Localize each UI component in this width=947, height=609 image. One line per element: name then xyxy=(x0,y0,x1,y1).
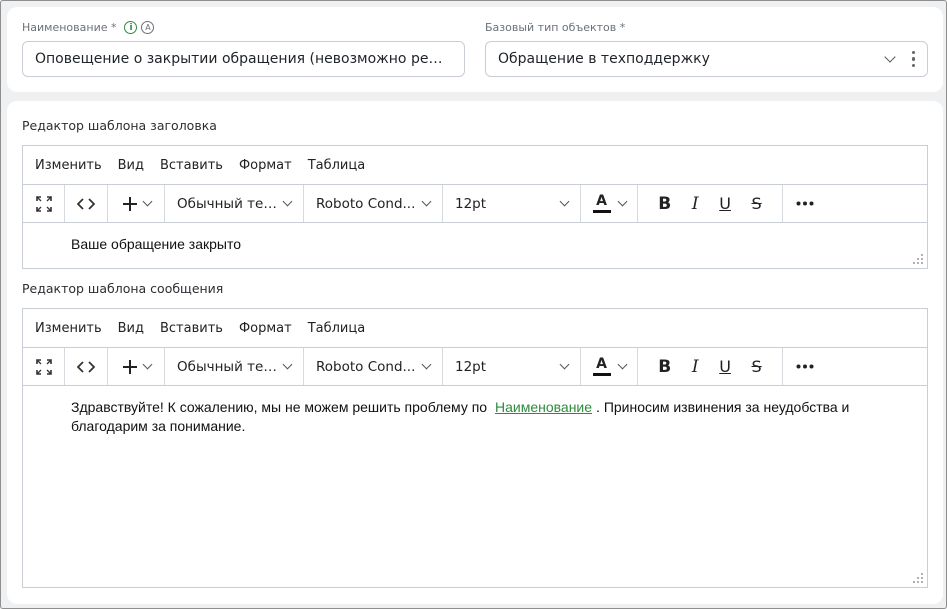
chevron-down-icon xyxy=(421,196,432,207)
font-size-value: 12pt xyxy=(455,195,487,212)
text-color-icon: A xyxy=(592,193,611,213)
base-type-value: Обращение в техподдержку xyxy=(498,51,710,67)
chevron-down-icon xyxy=(142,359,152,370)
message-template-label: Редактор шаблона сообщения xyxy=(22,281,224,296)
block-format-value: Обычный тек... xyxy=(177,358,284,375)
italic-button[interactable]: I xyxy=(692,194,699,214)
base-type-select[interactable]: Обращение в техподдержку xyxy=(485,41,928,77)
menu-view[interactable]: Вид xyxy=(118,321,144,336)
properties-card: Наименование * i A Оповещение о закрытии… xyxy=(7,7,943,92)
message-template-editor: Изменить Вид Вставить Формат Таблица Обы… xyxy=(22,308,928,588)
font-size-select[interactable]: 12pt xyxy=(443,348,581,385)
menu-view[interactable]: Вид xyxy=(118,158,144,173)
message-text-before: Здравствуйте! К сожалению, мы не можем р… xyxy=(71,399,488,415)
code-icon xyxy=(77,197,95,210)
bold-button[interactable]: B xyxy=(658,194,671,214)
insert-button[interactable] xyxy=(108,185,165,222)
chevron-down-icon xyxy=(282,359,293,370)
editor-menubar: Изменить Вид Вставить Формат Таблица xyxy=(23,309,927,347)
insert-button[interactable] xyxy=(108,348,165,385)
italic-button[interactable]: I xyxy=(692,357,699,377)
name-label-text: Наименование * xyxy=(22,21,117,34)
menu-edit[interactable]: Изменить xyxy=(35,321,102,336)
source-code-button[interactable] xyxy=(65,185,108,222)
code-icon xyxy=(77,360,95,373)
fullscreen-button[interactable] xyxy=(23,185,65,222)
chevron-down-icon xyxy=(617,196,627,207)
fullscreen-icon xyxy=(35,358,52,375)
chevron-down-icon[interactable] xyxy=(883,51,896,63)
font-family-select[interactable]: Roboto Cond... xyxy=(304,348,443,385)
header-template-editor: Изменить Вид Вставить Формат Таблица Обы… xyxy=(22,145,928,269)
menu-edit[interactable]: Изменить xyxy=(35,158,102,173)
menu-table[interactable]: Таблица xyxy=(308,158,366,173)
chevron-down-icon xyxy=(617,359,627,370)
fullscreen-button[interactable] xyxy=(23,348,65,385)
name-input-value: Оповещение о закрытии обращения (невозмо… xyxy=(35,51,452,67)
name-field-label: Наименование * i A xyxy=(22,21,155,34)
auto-icon[interactable]: A xyxy=(141,21,155,34)
resize-handle-icon[interactable] xyxy=(912,253,924,265)
font-size-value: 12pt xyxy=(455,358,487,375)
text-color-button[interactable]: A xyxy=(581,185,638,222)
chevron-down-icon xyxy=(142,196,152,207)
font-size-select[interactable]: 12pt xyxy=(443,185,581,222)
window: Наименование * i A Оповещение о закрытии… xyxy=(0,0,947,609)
more-icon xyxy=(796,201,814,206)
templates-card: Редактор шаблона заголовка Изменить Вид … xyxy=(7,101,943,604)
menu-format[interactable]: Формат xyxy=(239,158,292,173)
editor-content[interactable]: Ваше обращение закрыто xyxy=(23,223,927,266)
header-template-label: Редактор шаблона заголовка xyxy=(22,118,217,133)
more-button[interactable] xyxy=(783,185,827,222)
block-format-select[interactable]: Обычный тек... xyxy=(165,185,304,222)
text-color-glyph: A xyxy=(596,193,607,209)
format-group: B I U S xyxy=(638,185,783,222)
plus-icon xyxy=(122,196,137,211)
info-icon[interactable]: i xyxy=(124,21,138,34)
name-input[interactable]: Оповещение о закрытии обращения (невозмо… xyxy=(22,41,465,77)
strikethrough-button[interactable]: S xyxy=(752,357,762,376)
header-template-text: Ваше обращение закрыто xyxy=(71,236,242,252)
more-vertical-icon[interactable] xyxy=(911,50,915,68)
more-icon xyxy=(796,364,814,369)
underline-button[interactable]: U xyxy=(719,357,731,376)
source-code-button[interactable] xyxy=(65,348,108,385)
bold-button[interactable]: B xyxy=(658,357,671,377)
text-color-icon: A xyxy=(592,356,611,376)
menu-insert[interactable]: Вставить xyxy=(160,321,223,336)
menu-format[interactable]: Формат xyxy=(239,321,292,336)
chevron-down-icon xyxy=(421,359,432,370)
font-family-value: Roboto Cond... xyxy=(316,358,416,375)
block-format-value: Обычный тек... xyxy=(177,195,284,212)
editor-content[interactable]: Здравствуйте! К сожалению, мы не можем р… xyxy=(23,386,927,448)
font-family-value: Roboto Cond... xyxy=(316,195,416,212)
font-family-select[interactable]: Roboto Cond... xyxy=(304,185,443,222)
plus-icon xyxy=(122,359,137,374)
text-color-button[interactable]: A xyxy=(581,348,638,385)
block-format-select[interactable]: Обычный тек... xyxy=(165,348,304,385)
more-button[interactable] xyxy=(783,348,827,385)
menu-insert[interactable]: Вставить xyxy=(160,158,223,173)
menu-table[interactable]: Таблица xyxy=(308,321,366,336)
format-group: B I U S xyxy=(638,348,783,385)
editor-toolbar: Обычный тек... Roboto Cond... 12pt A B I… xyxy=(23,347,927,386)
underline-button[interactable]: U xyxy=(719,194,731,213)
text-color-glyph: A xyxy=(596,356,607,372)
chevron-down-icon xyxy=(559,196,570,207)
name-variable-link[interactable]: Наименование xyxy=(491,399,596,415)
chevron-down-icon xyxy=(559,359,570,370)
strikethrough-button[interactable]: S xyxy=(752,194,762,213)
editor-menubar: Изменить Вид Вставить Формат Таблица xyxy=(23,146,927,184)
base-type-label-text: Базовый тип объектов * xyxy=(485,21,626,34)
base-type-label: Базовый тип объектов * xyxy=(485,21,625,34)
resize-handle-icon[interactable] xyxy=(912,572,924,584)
editor-toolbar: Обычный тек... Roboto Cond... 12pt A B I… xyxy=(23,184,927,223)
fullscreen-icon xyxy=(35,195,52,212)
chevron-down-icon xyxy=(282,196,293,207)
